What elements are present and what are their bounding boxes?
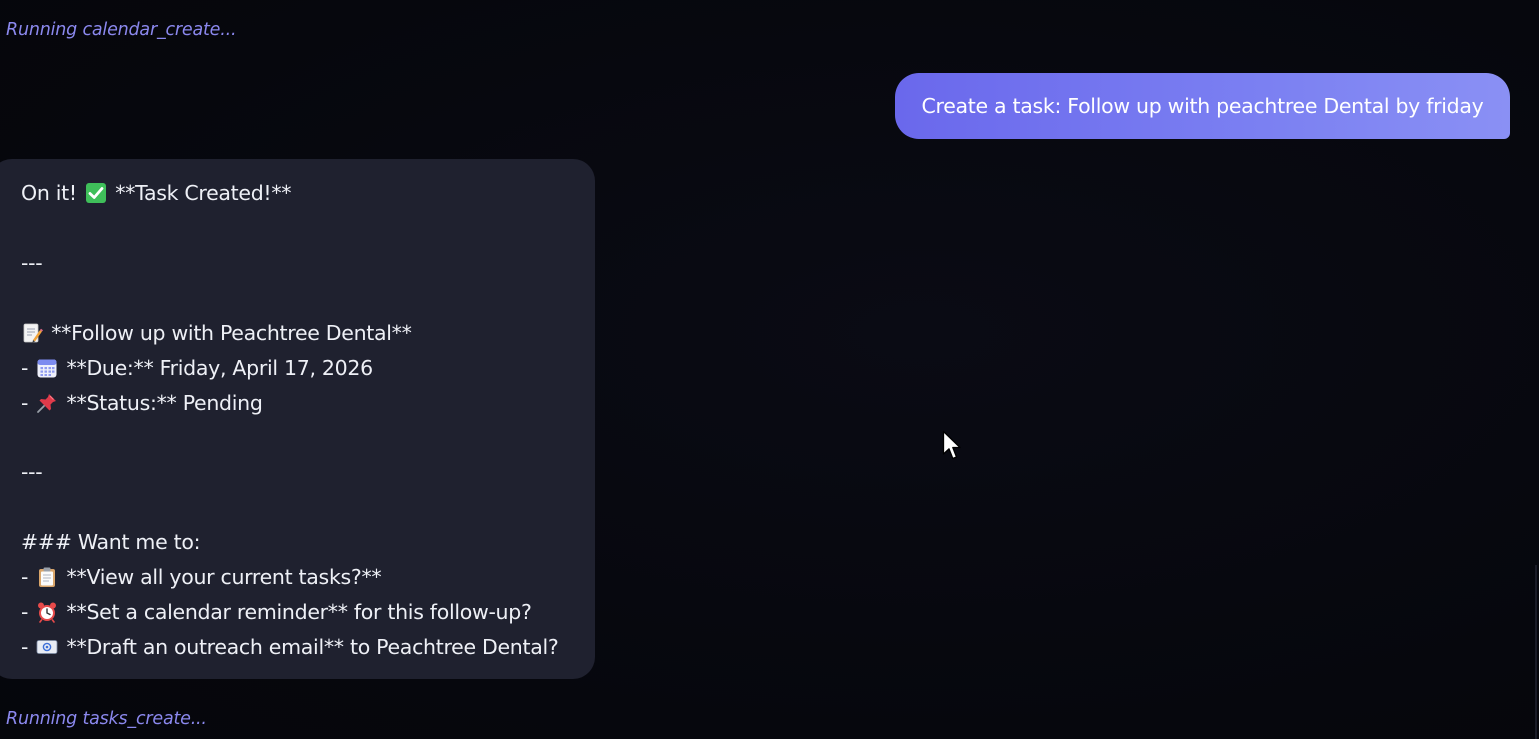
tool-status-tasks-create: Running tasks_create...	[6, 709, 207, 729]
status-line-item: - **Status:** Pending	[21, 390, 263, 416]
bullet-dash: -	[21, 600, 35, 624]
pushpin-icon	[37, 394, 57, 413]
status-text: **Status:** Pending	[66, 391, 263, 415]
scrollbar-track[interactable]	[1535, 565, 1537, 739]
separator-line: ---	[21, 460, 43, 484]
calendar-icon	[37, 359, 57, 378]
option-view-tasks: - **View all your current tasks?**	[21, 564, 382, 590]
bullet-dash: -	[21, 391, 35, 415]
envelope-icon	[36, 640, 58, 654]
task-created-text: **Task Created!**	[115, 181, 292, 205]
bullet-dash: -	[21, 635, 35, 659]
clipboard-icon	[39, 567, 56, 587]
bullet-dash: -	[21, 356, 35, 380]
chat-page: Running calendar_create... Create a task…	[0, 0, 1539, 739]
want-me-to-heading: ### Want me to:	[21, 530, 201, 554]
task-title-text: **Follow up with Peachtree Dental**	[51, 321, 412, 345]
option-set-reminder-text: **Set a calendar reminder** for this fol…	[66, 600, 532, 624]
due-date-line: - **Due:** Friday, April 17, 2026	[21, 355, 373, 381]
separator-line: ---	[21, 251, 43, 275]
check-mark-button-icon	[86, 183, 107, 203]
mouse-pointer-icon	[942, 430, 961, 460]
alarm-clock-icon	[38, 602, 57, 623]
confirmation-text: On it!	[21, 181, 77, 205]
due-date-text: **Due:** Friday, April 17, 2026	[66, 356, 374, 380]
memo-icon	[23, 323, 43, 343]
task-title-line: **Follow up with Peachtree Dental**	[21, 320, 412, 346]
option-draft-email-text: **Draft an outreach email** to Peachtree…	[66, 635, 559, 659]
bullet-dash: -	[21, 565, 35, 589]
user-message-bubble: Create a task: Follow up with peachtree …	[895, 73, 1510, 139]
option-set-reminder: - **Set a calendar reminder** for this f…	[21, 599, 532, 625]
tool-status-calendar-create: Running calendar_create...	[6, 20, 237, 40]
assistant-message-bubble: On it! **Task Created!** --- **Follow up…	[0, 159, 595, 679]
assistant-line-confirmation: On it! **Task Created!**	[21, 180, 292, 206]
option-draft-email: - **Draft an outreach email** to Peachtr…	[21, 634, 559, 660]
option-view-tasks-text: **View all your current tasks?**	[66, 565, 382, 589]
